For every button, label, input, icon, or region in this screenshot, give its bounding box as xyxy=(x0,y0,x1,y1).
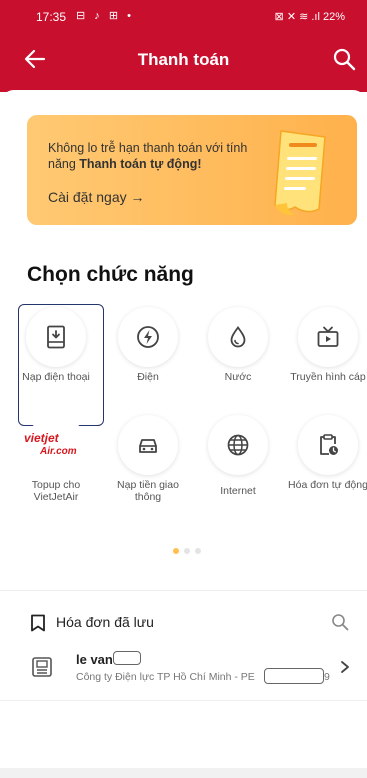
pagination-dot[interactable] xyxy=(195,548,201,554)
redacted-box xyxy=(264,668,324,684)
function-label: Điện xyxy=(137,371,159,383)
bill-provider: Công ty Điện lực TP Hồ Chí Minh - PE xyxy=(76,671,255,683)
vietjetair-logo: vietjet Air.com xyxy=(24,431,77,457)
function-icon-circle xyxy=(208,307,268,367)
pagination-dot[interactable] xyxy=(184,548,190,554)
function-icon-circle xyxy=(26,307,86,367)
saved-bill-item[interactable]: le van Công ty Điện lực TP Hồ Chí Minh -… xyxy=(0,648,367,692)
function-electricity[interactable]: Điện xyxy=(108,305,188,417)
function-phone-topup[interactable]: Nạp điện thoại xyxy=(16,304,104,426)
bottom-nav-edge xyxy=(0,768,367,778)
search-icon[interactable] xyxy=(331,46,357,72)
status-notification-icons: ⊟ ♪ ⊞ • xyxy=(76,10,134,22)
function-label: Nạp tiền giao thông xyxy=(117,479,179,503)
nav-bar: Thanh toán xyxy=(0,44,367,76)
bookmark-icon xyxy=(31,614,45,632)
status-bar: 17:35 ⊟ ♪ ⊞ • ⊠ ✕ ≋ .ıl 22% xyxy=(0,6,367,28)
function-icon-circle xyxy=(298,307,358,367)
function-vietjetair-topup[interactable]: vietjet Air.com Topup cho VietJetAir xyxy=(16,413,96,525)
function-label: Nạp điện thoại xyxy=(22,371,90,383)
search-saved-icon[interactable] xyxy=(330,612,350,632)
function-label: Hóa đơn tự động xyxy=(288,479,367,491)
svg-text:vietjet: vietjet xyxy=(24,431,60,445)
section-divider xyxy=(0,590,367,591)
function-icon-circle xyxy=(118,415,178,475)
function-water[interactable]: Nước xyxy=(198,305,278,417)
chevron-right-icon xyxy=(341,661,349,673)
function-auto-bill[interactable]: Hóa đơn tự động xyxy=(288,413,367,525)
function-label: Internet xyxy=(220,485,256,497)
bill-customer-name: le van xyxy=(76,652,113,667)
bill-code-tail: 9 xyxy=(324,671,330,683)
function-label: Truyền hình cáp xyxy=(290,371,366,383)
function-icon-circle xyxy=(118,307,178,367)
tv-icon xyxy=(317,326,339,347)
function-internet[interactable]: Internet xyxy=(198,413,278,525)
auto-payment-banner[interactable]: Không lo trễ hạn thanh toán với tính năn… xyxy=(27,115,357,225)
status-time: 17:35 xyxy=(36,10,67,24)
auto-bill-icon xyxy=(320,434,338,455)
redacted-box xyxy=(113,651,141,665)
lightning-icon xyxy=(137,326,159,348)
section-title: Chọn chức năng xyxy=(27,263,194,286)
status-system-icons: ⊠ ✕ ≋ .ıl 22% xyxy=(274,11,345,23)
banner-message: Không lo trễ hạn thanh toán với tính năn… xyxy=(48,140,268,172)
page-title: Thanh toán xyxy=(137,50,230,69)
pagination-dot-active[interactable] xyxy=(173,548,179,554)
banner-text-bold: Thanh toán tự động! xyxy=(79,157,202,171)
saved-bills-header: Hóa đơn đã lưu xyxy=(0,608,367,636)
globe-icon xyxy=(227,434,249,456)
app-header: 17:35 ⊟ ♪ ⊞ • ⊠ ✕ ≋ .ıl 22% Thanh toán xyxy=(0,0,367,92)
function-icon-circle: vietjet Air.com xyxy=(24,415,86,475)
function-cable-tv[interactable]: Truyền hình cáp xyxy=(288,305,367,417)
car-icon xyxy=(139,439,157,453)
function-icon-circle xyxy=(208,415,268,475)
function-icon-circle xyxy=(298,415,358,475)
setup-now-link[interactable]: Cài đặt ngay → xyxy=(48,189,145,205)
list-divider xyxy=(0,700,367,701)
saved-bills-label: Hóa đơn đã lưu xyxy=(56,614,154,630)
phone-topup-icon xyxy=(47,325,65,349)
svg-text:Air.com: Air.com xyxy=(39,446,77,457)
receipt-illustration xyxy=(274,130,326,216)
water-drop-icon xyxy=(230,325,246,348)
function-label: Topup cho VietJetAir xyxy=(31,479,81,503)
function-traffic-topup[interactable]: Nạp tiền giao thông xyxy=(108,413,188,525)
function-label: Nước xyxy=(224,371,252,383)
bill-icon xyxy=(32,657,52,677)
